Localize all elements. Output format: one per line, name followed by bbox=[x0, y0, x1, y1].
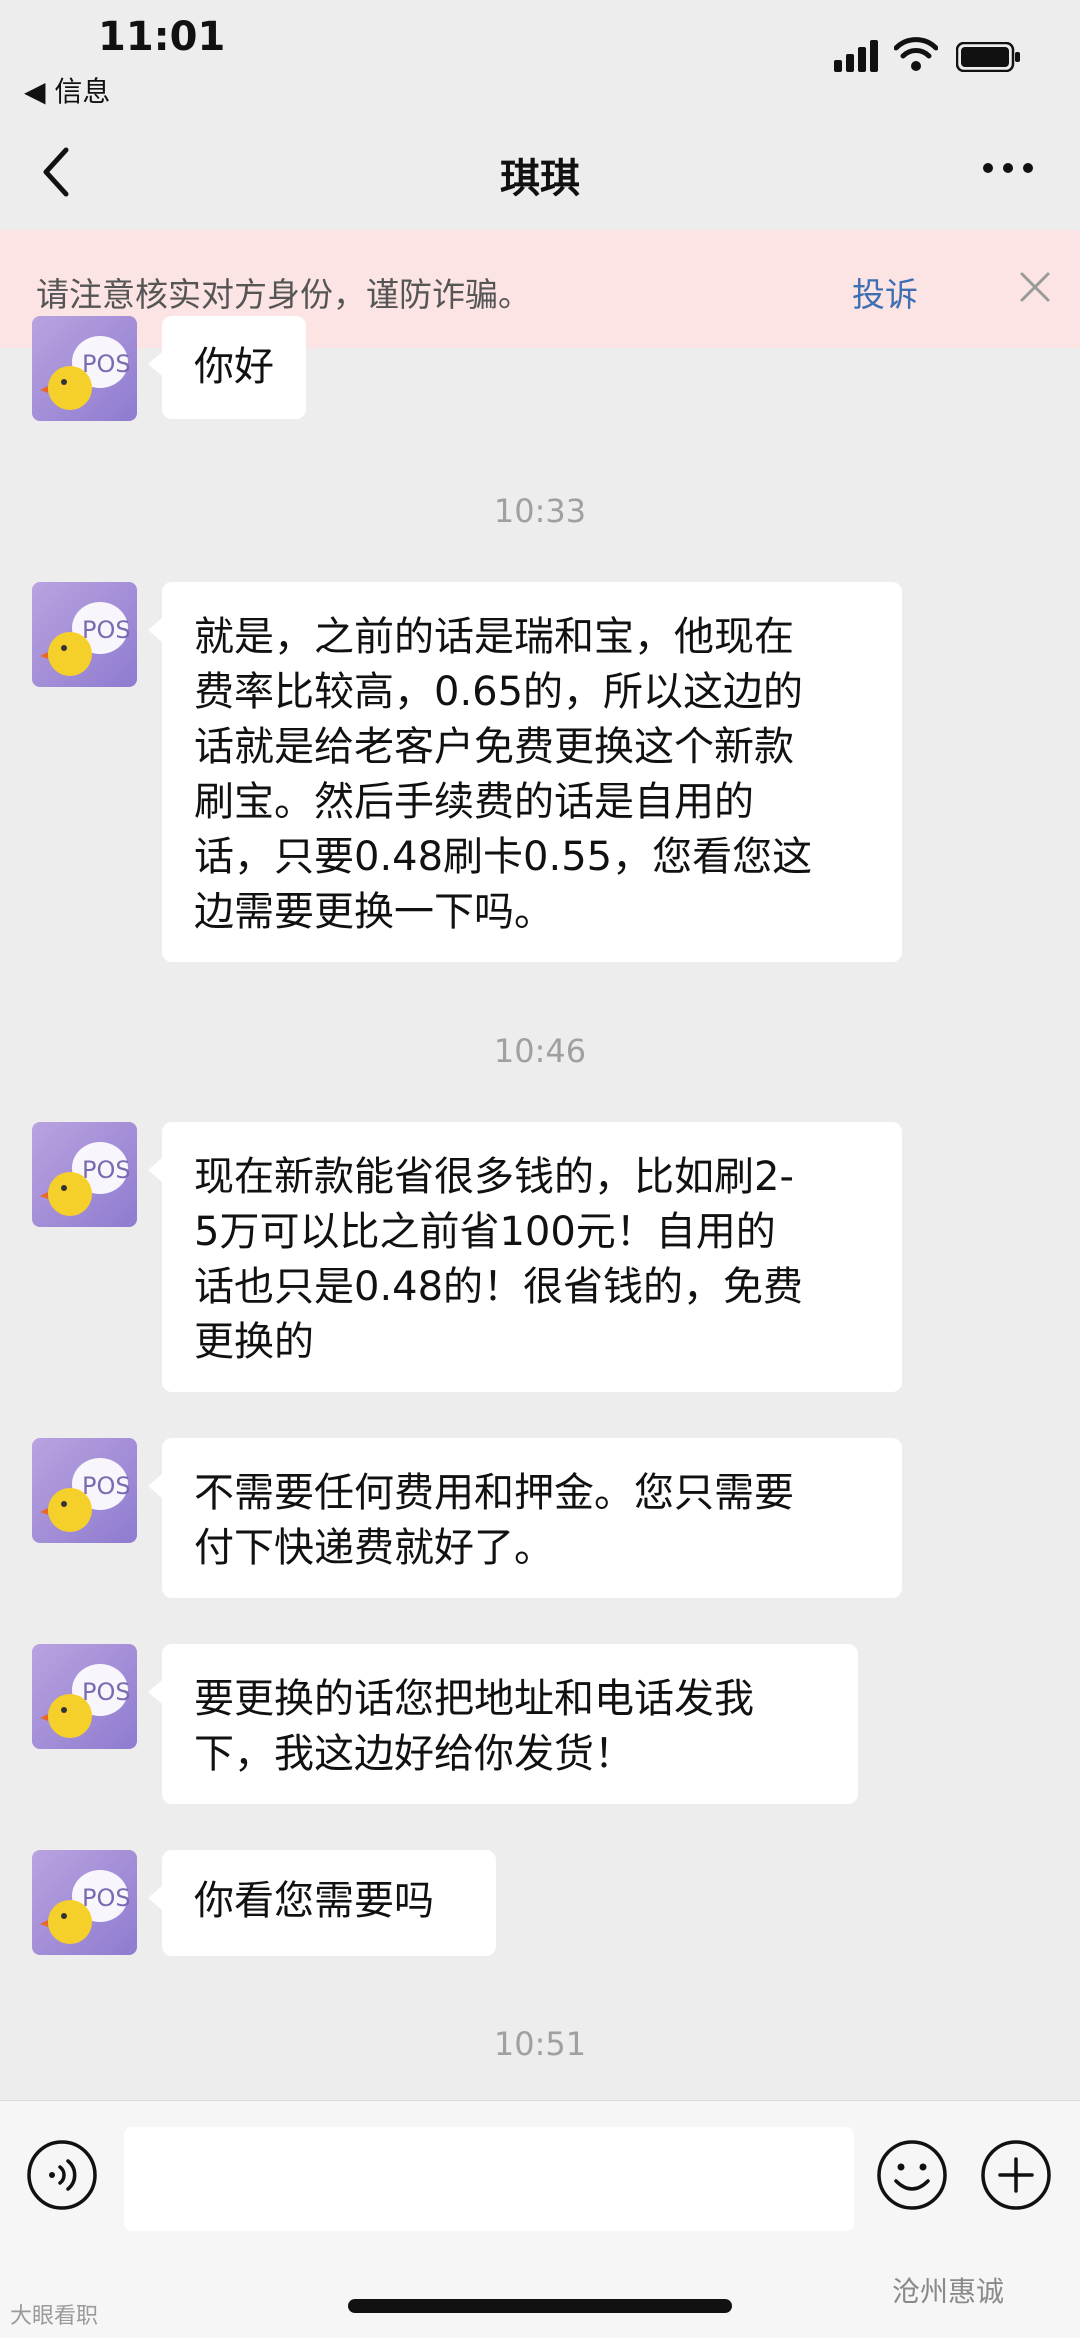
chat-title: 琪琪 bbox=[500, 156, 580, 202]
warning-text: 请注意核实对方身份，谨防诈骗。 bbox=[36, 275, 531, 314]
message-timestamp: 10:51 bbox=[493, 2025, 587, 2063]
svg-text:POS: POS bbox=[82, 616, 131, 644]
message-line: 费率比较高，0.65的，所以这边的 bbox=[194, 669, 804, 715]
wifi-icon bbox=[894, 37, 938, 71]
message-line: 要更换的话您把地址和电话发我 bbox=[194, 1676, 754, 1722]
svg-text:POS: POS bbox=[82, 1472, 131, 1500]
message-line: 刷宝。然后手续费的话是自用的 bbox=[194, 779, 754, 825]
svg-text:POS: POS bbox=[82, 1156, 131, 1184]
message-line: 话也只是0.48的！很省钱的，免费 bbox=[194, 1264, 804, 1310]
avatar[interactable]: POS bbox=[32, 1644, 137, 1749]
message-line: 更换的 bbox=[194, 1319, 314, 1365]
close-icon[interactable] bbox=[1018, 270, 1052, 304]
message-line: 不需要任何费用和押金。您只需要 bbox=[194, 1470, 794, 1516]
message-line: 现在新款能省很多钱的，比如刷2- bbox=[194, 1154, 794, 1200]
voice-input-icon[interactable] bbox=[26, 2139, 98, 2211]
message-line: 5万可以比之前省100元！自用的 bbox=[194, 1209, 776, 1255]
svg-text:POS: POS bbox=[82, 1678, 131, 1706]
report-link[interactable]: 投诉 bbox=[852, 268, 918, 316]
message-line: 你好 bbox=[194, 344, 274, 390]
more-options-icon[interactable] bbox=[980, 158, 1036, 178]
avatar[interactable]: POS bbox=[32, 1438, 137, 1543]
status-time: 11:01 bbox=[98, 14, 226, 60]
cellular-signal-icon bbox=[834, 40, 878, 72]
message-bubble: 你看您需要吗 bbox=[148, 1850, 496, 1956]
emoji-icon[interactable] bbox=[876, 2139, 948, 2211]
plus-icon[interactable] bbox=[980, 2139, 1052, 2211]
message-timestamp: 10:46 bbox=[493, 1032, 587, 1070]
avatar[interactable]: POS bbox=[32, 316, 137, 421]
watermark-left: 大眼看职 bbox=[10, 2304, 99, 2329]
avatar[interactable]: POS bbox=[32, 1122, 137, 1227]
message-line: 就是，之前的话是瑞和宝，他现在 bbox=[194, 614, 794, 660]
svg-text:POS: POS bbox=[82, 1884, 131, 1912]
message-bubble: 不需要任何费用和押金。您只需要 付下快递费就好了。 bbox=[148, 1438, 902, 1598]
message-line: 话，只要0.48刷卡0.55，您看您这 bbox=[194, 834, 813, 880]
avatar[interactable]: POS bbox=[32, 1850, 137, 1955]
svg-text:POS: POS bbox=[82, 350, 131, 378]
message-input[interactable] bbox=[124, 2127, 854, 2231]
battery-icon bbox=[956, 42, 1020, 72]
message-line: 付下快递费就好了。 bbox=[194, 1525, 554, 1571]
avatar[interactable]: POS bbox=[32, 582, 137, 687]
message-line: 边需要更换一下吗。 bbox=[194, 889, 554, 935]
message-line: 下，我这边好给你发货！ bbox=[194, 1731, 634, 1777]
home-indicator[interactable] bbox=[348, 2299, 732, 2313]
message-bubble: 要更换的话您把地址和电话发我 下，我这边好给你发货！ bbox=[148, 1644, 858, 1804]
watermark-right: 沧州惠诚 bbox=[892, 2275, 1005, 2308]
message-line: 话就是给老客户免费更换这个新款 bbox=[194, 724, 794, 770]
message-bubble: 就是，之前的话是瑞和宝，他现在 费率比较高，0.65的，所以这边的 话就是给老客… bbox=[148, 582, 902, 962]
back-to-app-link[interactable]: ◀ 信息 bbox=[24, 70, 110, 110]
message-line: 你看您需要吗 bbox=[194, 1878, 434, 1924]
message-bubble: 你好 bbox=[148, 316, 306, 419]
message-bubble: 现在新款能省很多钱的，比如刷2- 5万可以比之前省100元！自用的 话也只是0.… bbox=[148, 1122, 902, 1392]
chat-header: 琪琪 bbox=[0, 120, 1080, 230]
status-bar: 11:01 ◀ 信息 bbox=[0, 0, 1080, 120]
message-timestamp: 10:33 bbox=[493, 492, 587, 530]
